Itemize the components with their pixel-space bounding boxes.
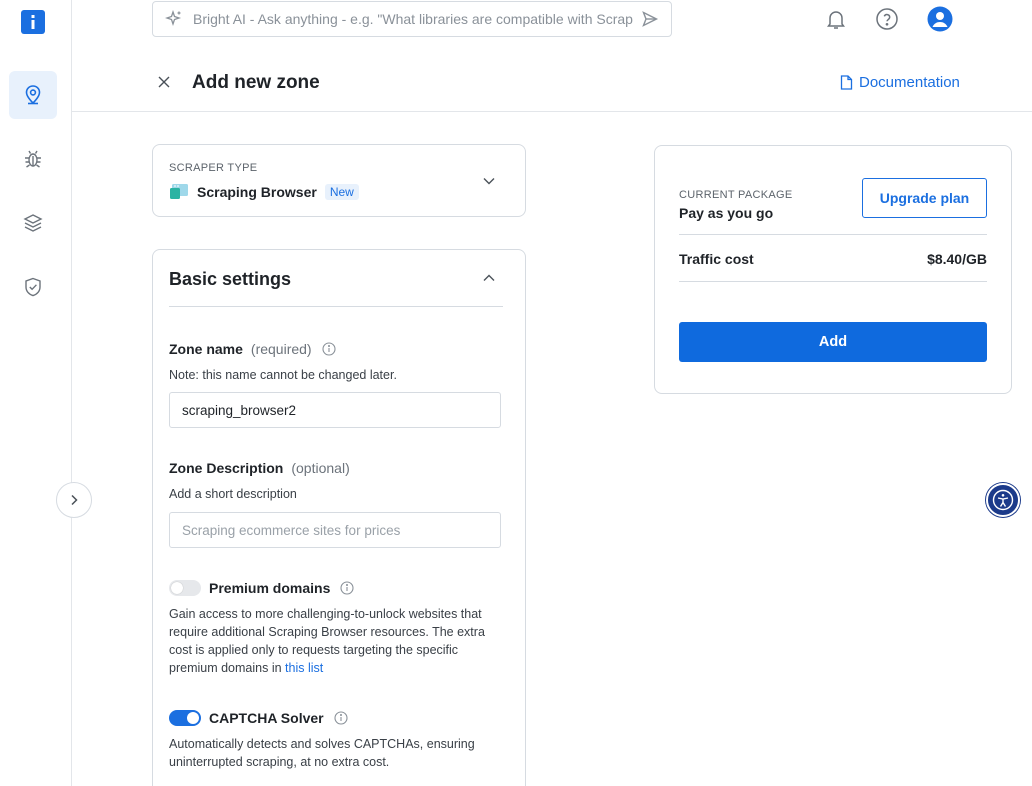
notifications-button[interactable] bbox=[823, 6, 849, 32]
basic-settings-panel: Basic settings Zone name (required) Note… bbox=[152, 249, 526, 786]
info-icon[interactable] bbox=[322, 342, 336, 356]
scraping-browser-icon bbox=[170, 184, 188, 199]
close-button[interactable] bbox=[154, 72, 174, 92]
zone-description-note: Add a short description bbox=[169, 487, 297, 501]
document-icon bbox=[840, 75, 853, 90]
user-icon bbox=[927, 6, 953, 32]
page-header: Add new zone Documentation bbox=[72, 56, 1032, 112]
sidebar-item-security[interactable] bbox=[9, 263, 57, 311]
bell-icon bbox=[827, 11, 845, 29]
search-input[interactable]: Bright AI - Ask anything - e.g. "What li… bbox=[193, 11, 633, 27]
zone-description-label: Zone Description (optional) bbox=[169, 460, 350, 476]
info-icon[interactable] bbox=[340, 581, 354, 595]
zone-name-label: Zone name (required) bbox=[169, 341, 336, 357]
info-icon[interactable] bbox=[334, 711, 348, 725]
chevron-up-icon[interactable] bbox=[482, 271, 496, 285]
accessibility-button[interactable] bbox=[986, 483, 1020, 517]
sidebar-item-proxies[interactable] bbox=[9, 71, 57, 119]
documentation-label: Documentation bbox=[859, 74, 960, 91]
scraper-type-select[interactable]: SCRAPER TYPE Scraping Browser New bbox=[152, 144, 526, 217]
info-logo-icon[interactable] bbox=[21, 10, 45, 34]
zone-description-label-text: Zone Description bbox=[169, 460, 284, 476]
package-summary-card: CURRENT PACKAGE Pay as you go Upgrade pl… bbox=[654, 145, 1012, 394]
scraper-type-value: Scraping Browser bbox=[197, 184, 317, 200]
required-hint: (required) bbox=[250, 341, 312, 357]
premium-domains-list-link[interactable]: this list bbox=[285, 661, 323, 675]
premium-domains-text: Gain access to more challenging-to-unloc… bbox=[169, 607, 485, 675]
bug-icon bbox=[25, 150, 41, 168]
divider bbox=[679, 234, 987, 235]
sidebar bbox=[0, 0, 72, 786]
divider bbox=[679, 281, 987, 282]
premium-domains-label: Premium domains bbox=[209, 580, 331, 596]
premium-domains-row: Premium domains bbox=[169, 580, 354, 596]
ai-search-bar[interactable]: Bright AI - Ask anything - e.g. "What li… bbox=[152, 1, 672, 37]
close-icon bbox=[158, 76, 170, 88]
zone-description-input[interactable] bbox=[169, 512, 501, 548]
captcha-row: CAPTCHA Solver bbox=[169, 710, 348, 726]
captcha-description: Automatically detects and solves CAPTCHA… bbox=[169, 737, 475, 769]
scraper-type-label: SCRAPER TYPE bbox=[169, 162, 258, 174]
captcha-toggle[interactable] bbox=[169, 710, 201, 726]
sidebar-item-datasets[interactable] bbox=[9, 199, 57, 247]
documentation-link[interactable]: Documentation bbox=[840, 74, 960, 91]
basic-settings-title: Basic settings bbox=[169, 269, 292, 289]
accessibility-icon bbox=[992, 489, 1014, 511]
upgrade-plan-button[interactable]: Upgrade plan bbox=[862, 178, 987, 218]
sidebar-item-scrapers[interactable] bbox=[9, 135, 57, 183]
traffic-cost-label: Traffic cost bbox=[679, 251, 754, 267]
help-button[interactable] bbox=[874, 6, 900, 32]
new-badge: New bbox=[324, 184, 359, 200]
layers-icon bbox=[23, 214, 43, 232]
premium-domains-description: Gain access to more challenging-to-unloc… bbox=[169, 605, 504, 677]
page-title: Add new zone bbox=[192, 72, 320, 93]
zone-name-note: Note: this name cannot be changed later. bbox=[169, 368, 397, 382]
traffic-cost-value: $8.40/GB bbox=[927, 251, 987, 267]
location-pin-icon bbox=[25, 85, 41, 105]
send-icon[interactable] bbox=[641, 10, 659, 28]
zone-name-label-text: Zone name bbox=[169, 341, 243, 357]
help-icon bbox=[876, 8, 898, 30]
captcha-label: CAPTCHA Solver bbox=[209, 710, 324, 726]
current-package-name: Pay as you go bbox=[679, 205, 774, 221]
optional-hint: (optional) bbox=[291, 460, 350, 476]
sparkle-icon bbox=[165, 10, 182, 27]
current-package-label: CURRENT PACKAGE bbox=[679, 189, 793, 201]
divider bbox=[169, 306, 503, 307]
user-menu-button[interactable] bbox=[927, 6, 953, 32]
chevron-down-icon[interactable] bbox=[482, 174, 496, 188]
add-button[interactable]: Add bbox=[679, 322, 987, 362]
premium-domains-toggle[interactable] bbox=[169, 580, 201, 596]
zone-name-input[interactable] bbox=[169, 392, 501, 428]
sidebar-expand-button[interactable] bbox=[56, 482, 92, 518]
chevron-right-icon bbox=[71, 494, 78, 506]
shield-check-icon bbox=[25, 277, 41, 297]
